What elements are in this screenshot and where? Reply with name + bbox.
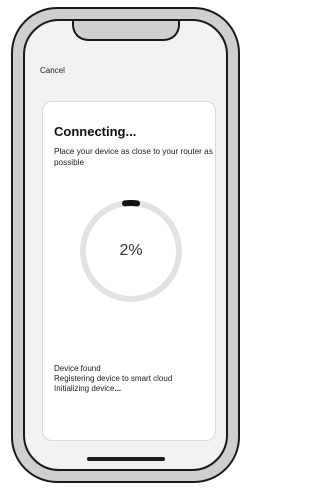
title-text: Connecting bbox=[54, 124, 126, 139]
instruction-text: Place your device as close to your route… bbox=[54, 147, 213, 167]
status-line-text: Initializing device bbox=[54, 384, 115, 393]
status-line-dots: ... bbox=[114, 384, 122, 393]
page-title: Connecting... bbox=[54, 124, 136, 139]
progress-percent: 2% bbox=[119, 242, 143, 259]
screen: Cancel Connecting... Place your device a… bbox=[0, 0, 249, 490]
status-line: Initializing device... bbox=[54, 384, 214, 394]
home-indicator[interactable] bbox=[86, 457, 165, 461]
status-line: Device found bbox=[54, 364, 101, 373]
status-line: Registering device to smart cloud bbox=[54, 374, 173, 383]
connecting-card: Connecting... Place your device as close… bbox=[42, 101, 216, 441]
title-dots: ... bbox=[125, 124, 137, 139]
notch bbox=[71, 21, 180, 41]
phone-frame: Cancel Connecting... Place your device a… bbox=[11, 7, 240, 483]
phone-screen: Cancel Connecting... Place your device a… bbox=[23, 19, 228, 471]
progress-ring: 2% bbox=[77, 197, 185, 305]
status-list: Device found Registering device to smart… bbox=[54, 364, 214, 394]
cancel-button[interactable]: Cancel bbox=[40, 66, 65, 75]
